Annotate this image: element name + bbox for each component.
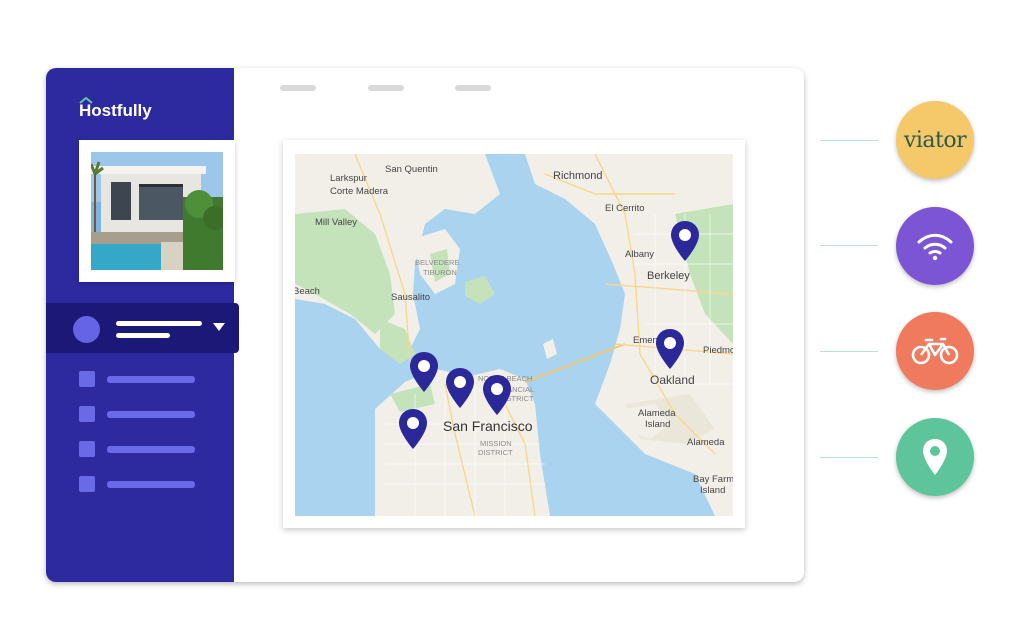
map-label: MISSION xyxy=(480,439,512,448)
map-label: Oakland xyxy=(650,373,695,387)
menu-item-label-placeholder xyxy=(107,411,195,418)
menu-item-label-placeholder xyxy=(107,446,195,453)
map-label: Berkeley xyxy=(647,270,690,282)
location-integration-button[interactable] xyxy=(896,418,974,496)
app-window: Hostfully San Quentin Larkspur Corte Mad… xyxy=(46,68,804,582)
map-label: Island xyxy=(645,419,670,430)
map-label: Alameda xyxy=(687,437,725,448)
map-label: Albany xyxy=(625,249,654,260)
logo: Hostfully xyxy=(79,101,152,120)
map-pin-icon xyxy=(923,439,947,475)
user-role-placeholder xyxy=(116,333,170,338)
map-pin-icon[interactable] xyxy=(670,220,700,262)
top-nav-tab-3[interactable] xyxy=(455,85,491,91)
menu-item-icon xyxy=(79,441,95,457)
top-nav-tab-1[interactable] xyxy=(280,85,316,91)
chevron-down-icon[interactable] xyxy=(213,323,225,331)
connector-line xyxy=(820,457,878,458)
map[interactable]: San Quentin Larkspur Corte Madera Mill V… xyxy=(295,154,733,516)
wifi-integration-button[interactable] xyxy=(896,207,974,285)
sidebar-menu-item[interactable] xyxy=(79,406,229,422)
viator-integration-button[interactable]: viator xyxy=(896,101,974,179)
sidebar-menu-item[interactable] xyxy=(79,476,229,492)
menu-item-icon xyxy=(79,406,95,422)
map-pin-icon[interactable] xyxy=(445,367,475,409)
sidebar: Hostfully xyxy=(46,68,239,582)
top-nav-tab-2[interactable] xyxy=(368,85,404,91)
map-label: Island xyxy=(700,485,725,496)
map-label: Sausalito xyxy=(391,292,430,303)
map-label-city: San Francisco xyxy=(443,418,533,434)
map-label: Larkspur xyxy=(330,173,367,184)
map-pin-icon[interactable] xyxy=(409,351,439,393)
menu-item-label-placeholder xyxy=(107,481,195,488)
menu-item-icon xyxy=(79,371,95,387)
map-label: Beach xyxy=(295,286,320,297)
map-label: Bay Farm xyxy=(693,474,733,485)
menu-item-icon xyxy=(79,476,95,492)
map-label: BELVEDERE xyxy=(415,258,459,267)
wifi-icon xyxy=(917,233,953,261)
user-selector[interactable] xyxy=(46,303,239,353)
map-label: El Cerrito xyxy=(605,203,645,214)
sidebar-menu-item[interactable] xyxy=(79,441,229,457)
map-pin-icon[interactable] xyxy=(398,408,428,450)
map-label: Corte Madera xyxy=(330,186,389,197)
map-pin-icon[interactable] xyxy=(655,328,685,370)
connector-line xyxy=(820,245,878,246)
connector-line xyxy=(820,351,878,352)
property-card[interactable] xyxy=(79,140,235,282)
bike-integration-button[interactable] xyxy=(896,312,974,390)
sidebar-menu-item[interactable] xyxy=(79,371,229,387)
user-name-placeholder xyxy=(116,321,202,326)
map-label: San Quentin xyxy=(385,164,438,175)
map-label: TIBURON xyxy=(423,268,457,277)
map-label: Richmond xyxy=(553,170,603,182)
map-label: DISTRICT xyxy=(478,448,513,457)
avatar xyxy=(73,316,100,343)
map-label: Alameda xyxy=(638,408,676,419)
menu-item-label-placeholder xyxy=(107,376,195,383)
map-pin-icon[interactable] xyxy=(482,374,512,416)
viator-logo: viator xyxy=(903,127,967,153)
bicycle-icon xyxy=(911,337,959,365)
map-label: Piedmo xyxy=(703,345,733,356)
map-card: San Quentin Larkspur Corte Madera Mill V… xyxy=(283,140,745,528)
map-label: Mill Valley xyxy=(315,217,357,228)
property-photo xyxy=(91,152,223,270)
connector-line xyxy=(820,140,878,141)
